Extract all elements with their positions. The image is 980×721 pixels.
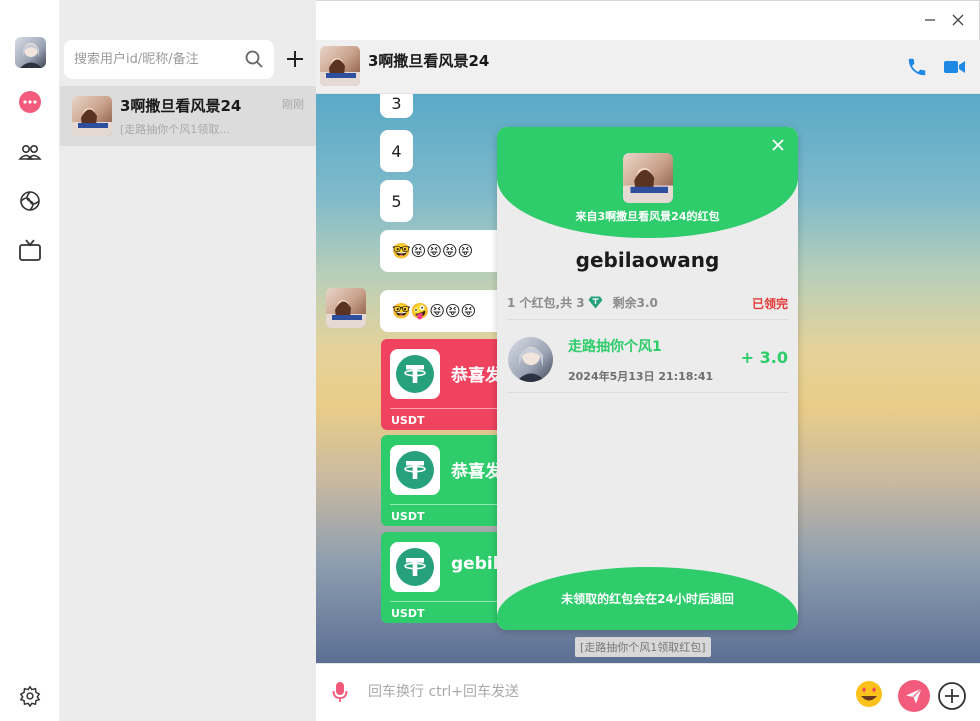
red-packet-currency: USDT [391, 607, 425, 620]
red-packet-currency: USDT [391, 414, 425, 427]
tether-logo-icon [390, 349, 440, 399]
message-input[interactable] [368, 680, 788, 704]
conversation-preview: [走路抽你个风1领取... [120, 123, 230, 136]
message-bubble[interactable]: 3 [380, 94, 413, 118]
message-bubble[interactable]: 5 [380, 180, 413, 222]
red-packet-message[interactable]: 恭喜发 USDT [381, 339, 511, 430]
red-packet-message[interactable]: 恭喜发 USDT [381, 435, 511, 526]
sender-avatar[interactable] [326, 288, 366, 328]
tv-icon[interactable] [17, 238, 43, 264]
red-packet-currency: USDT [391, 510, 425, 523]
chat-bubble-icon[interactable] [17, 89, 43, 115]
microphone-icon[interactable] [332, 681, 348, 707]
search-input[interactable] [74, 52, 234, 67]
nav-rail [0, 0, 60, 721]
red-packet-greeting: 恭喜发 [451, 366, 502, 386]
add-attachment-icon[interactable] [937, 681, 967, 715]
phone-call-icon[interactable] [906, 56, 928, 82]
divider [507, 319, 788, 320]
discover-icon[interactable] [17, 188, 43, 214]
receive-time: 2024年5月13日 21:18:41 [568, 370, 714, 383]
dialog-footer: 未领取的红包会在24小时后退回 [497, 567, 798, 630]
red-packet-divider [390, 408, 511, 409]
message-text: 5 [391, 191, 402, 211]
my-avatar[interactable] [15, 37, 46, 68]
status-badge: 已领完 [751, 297, 788, 311]
conversation-avatar [72, 96, 112, 136]
red-packet-from-text: 来自3啊撒旦看风景24的红包 [575, 210, 720, 223]
sender-avatar [623, 153, 673, 203]
message-text: 4 [391, 141, 402, 161]
receiver-avatar [508, 337, 553, 382]
red-packet-summary: 1 个红包,共 3 剩余3.0 [507, 294, 658, 311]
add-plus-icon[interactable] [284, 48, 306, 70]
conversation-item[interactable]: 3啊撒旦看风景24 刚刚 [走路抽你个风1领取... [60, 86, 316, 146]
red-packet-greeting: 恭喜发 [451, 462, 502, 482]
message-input-bar [316, 663, 980, 721]
emoji-message-bubble[interactable]: 🤓😝😝😝😝 [380, 230, 510, 272]
refund-notice: 未领取的红包会在24小时后退回 [561, 592, 734, 606]
search-box [64, 40, 274, 79]
tether-diamond-icon [588, 296, 603, 309]
minimize-icon[interactable] [920, 10, 940, 30]
red-packet-divider [390, 504, 511, 505]
chat-header-avatar[interactable] [320, 46, 360, 86]
video-call-icon[interactable] [944, 58, 966, 80]
conversation-time: 刚刚 [282, 98, 304, 111]
emoji-picker-icon[interactable] [854, 679, 884, 713]
red-packet-detail-dialog: 来自3啊撒旦看风景24的红包 gebilaowang 1 个红包,共 3 剩余3… [497, 127, 798, 630]
tether-logo-icon [390, 445, 440, 495]
receive-amount: + 3.0 [740, 348, 788, 367]
tether-logo-icon [390, 542, 440, 592]
system-notice: [走路抽你个风1领取红包] [575, 637, 711, 657]
emoji-message-bubble[interactable]: 🤓🤪😝😝😝 [380, 290, 510, 332]
conversation-name: 3啊撒旦看风景24 [120, 97, 242, 115]
sender-name: gebilaowang [575, 248, 720, 272]
divider [507, 392, 788, 393]
receiver-name: 走路抽你个风1 [568, 339, 662, 355]
chat-title: 3啊撒旦看风景24 [368, 52, 490, 70]
contacts-icon[interactable] [17, 139, 43, 165]
send-button[interactable] [898, 680, 930, 712]
message-text: 🤓😝😝😝😝 [392, 242, 474, 260]
red-packet-message[interactable]: gebila USDT [381, 532, 511, 623]
red-packet-divider [390, 601, 511, 602]
message-text: 🤓🤪😝😝😝 [392, 302, 477, 320]
search-icon[interactable] [244, 49, 264, 73]
message-text: 3 [391, 94, 402, 113]
chat-header: 3啊撒旦看风景24 [316, 40, 980, 94]
summary-count: 1 个红包,共 3 [507, 296, 585, 310]
message-bubble[interactable]: 4 [380, 130, 413, 172]
summary-remaining: 剩余3.0 [612, 296, 658, 310]
settings-gear-icon[interactable] [17, 683, 43, 709]
close-window-icon[interactable] [948, 10, 968, 30]
close-icon[interactable] [771, 137, 787, 153]
